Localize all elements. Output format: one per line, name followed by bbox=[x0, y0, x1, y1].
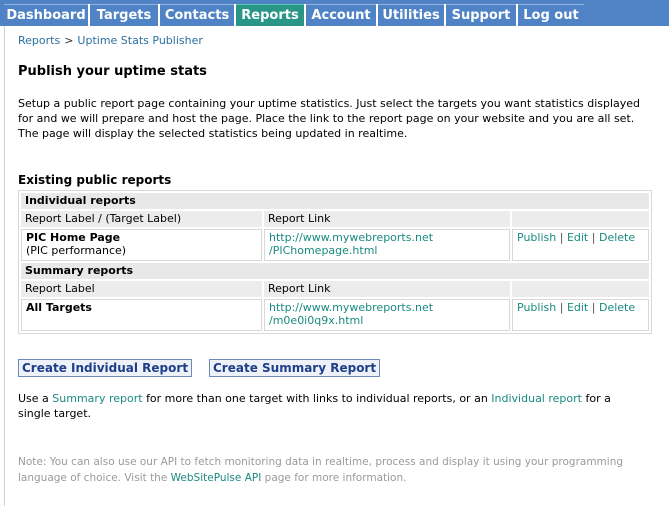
action-separator: | bbox=[591, 231, 596, 244]
intro-text: Setup a public report page containing yo… bbox=[18, 97, 641, 140]
actions-cell: Publish | Edit | Delete bbox=[512, 299, 649, 331]
report-label: All Targets bbox=[26, 301, 92, 314]
content-left-border bbox=[4, 26, 5, 506]
individual-report-link[interactable]: Individual report bbox=[491, 392, 582, 405]
report-link-cell: http://www.mywebreports.net/PIChomepage.… bbox=[264, 229, 510, 261]
nav-targets[interactable]: Targets bbox=[90, 4, 158, 26]
nav-contacts[interactable]: Contacts bbox=[160, 4, 234, 26]
delete-link[interactable]: Delete bbox=[599, 301, 635, 314]
target-label: (PIC performance) bbox=[26, 244, 127, 257]
edit-link[interactable]: Edit bbox=[567, 301, 588, 314]
create-summary-report-button[interactable]: Create Summary Report bbox=[209, 359, 381, 377]
report-link[interactable]: http://www.mywebreports.net/m0e0i0q9x.ht… bbox=[269, 301, 433, 327]
usage-text: Use a Summary report for more than one t… bbox=[18, 392, 611, 420]
summary-header-row: Report Label Report Link bbox=[21, 281, 649, 297]
individual-section-row: Individual reports bbox=[21, 193, 649, 209]
page-title: Publish your uptime stats bbox=[18, 64, 207, 79]
report-label: PIC Home Page bbox=[26, 231, 121, 244]
nav-dashboard[interactable]: Dashboard bbox=[4, 4, 88, 26]
create-individual-report-button[interactable]: Create Individual Report bbox=[18, 359, 193, 377]
col-header-actions bbox=[512, 281, 649, 297]
report-label-cell: All Targets bbox=[21, 299, 262, 331]
breadcrumb-current[interactable]: Uptime Stats Publisher bbox=[77, 34, 202, 47]
action-separator: | bbox=[559, 301, 564, 314]
breadcrumb-separator: > bbox=[64, 34, 74, 47]
api-note: Note: You can also use our API to fetch … bbox=[18, 456, 624, 484]
report-label-cell: PIC Home Page (PIC performance) bbox=[21, 229, 262, 261]
report-link-cell: http://www.mywebreports.net/m0e0i0q9x.ht… bbox=[264, 299, 510, 331]
table-row: All Targets http://www.mywebreports.net /… bbox=[21, 299, 649, 331]
report-link[interactable]: http://www.mywebreports.net/PIChomepage.… bbox=[269, 231, 433, 257]
action-separator: | bbox=[591, 301, 596, 314]
summary-report-link[interactable]: Summary report bbox=[52, 392, 142, 405]
col-header-link: Report Link bbox=[264, 211, 510, 227]
col-header-label: Report Label bbox=[21, 281, 262, 297]
main-nav: Dashboard Targets Contacts Reports Accou… bbox=[0, 0, 669, 26]
delete-link[interactable]: Delete bbox=[599, 231, 635, 244]
individual-section-label: Individual reports bbox=[21, 193, 649, 209]
nav-utilities[interactable]: Utilities bbox=[378, 4, 444, 26]
edit-link[interactable]: Edit bbox=[567, 231, 588, 244]
existing-reports-heading: Existing public reports bbox=[18, 173, 172, 187]
nav-reports[interactable]: Reports bbox=[236, 4, 304, 26]
reports-table: Individual reports Report Label / (Targe… bbox=[18, 190, 652, 334]
action-separator: | bbox=[559, 231, 564, 244]
breadcrumb-reports-link[interactable]: Reports bbox=[18, 34, 60, 47]
col-header-actions bbox=[512, 211, 649, 227]
nav-account[interactable]: Account bbox=[306, 4, 376, 26]
summary-section-row: Summary reports bbox=[21, 263, 649, 279]
breadcrumb: Reports > Uptime Stats Publisher bbox=[18, 34, 203, 47]
nav-support[interactable]: Support bbox=[446, 4, 516, 26]
table-row: PIC Home Page (PIC performance) http://w… bbox=[21, 229, 649, 261]
summary-section-label: Summary reports bbox=[21, 263, 649, 279]
col-header-label: Report Label / (Target Label) bbox=[21, 211, 262, 227]
publish-link[interactable]: Publish bbox=[517, 301, 556, 314]
individual-header-row: Report Label / (Target Label) Report Lin… bbox=[21, 211, 649, 227]
nav-logout[interactable]: Log out bbox=[518, 4, 584, 26]
api-link[interactable]: WebSitePulse API bbox=[171, 472, 262, 484]
publish-link[interactable]: Publish bbox=[517, 231, 556, 244]
actions-cell: Publish | Edit | Delete bbox=[512, 229, 649, 261]
col-header-link: Report Link bbox=[264, 281, 510, 297]
